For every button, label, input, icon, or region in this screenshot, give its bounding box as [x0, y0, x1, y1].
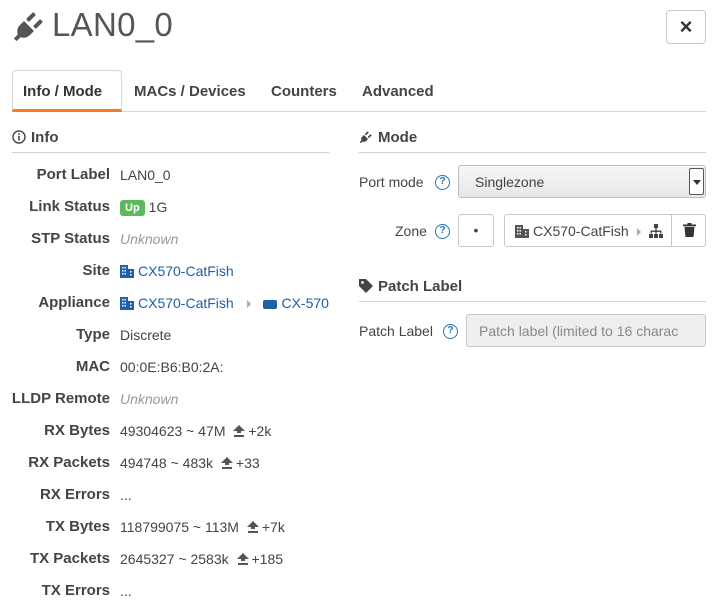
- link-status-label: Link Status: [29, 198, 110, 215]
- building-icon: [120, 265, 134, 278]
- tx-bytes-delta: +7k: [261, 519, 285, 535]
- rx-packets-delta: +33: [235, 455, 260, 471]
- link-status-value: Up 1G: [120, 199, 167, 216]
- tab-bar: Info / Mode MACs / Devices Counters Adva…: [12, 70, 706, 112]
- chevron-right-icon: [246, 300, 251, 308]
- rx-bytes-delta: +2k: [248, 423, 272, 439]
- appliance-model: CX-570: [281, 295, 329, 311]
- mode-section-heading: Mode: [359, 129, 706, 153]
- appliance-device-link[interactable]: CX-570: [260, 295, 329, 311]
- patch-label-label: Patch Label: [359, 323, 433, 339]
- zone-label: Zone: [395, 223, 427, 239]
- tab-counters[interactable]: Counters: [271, 70, 337, 112]
- rx-errors-label: RX Errors: [39, 486, 110, 503]
- port-mode-label: Port mode: [359, 174, 424, 190]
- tx-bytes-total: 118799075 ~ 113M: [120, 519, 239, 535]
- building-icon: [515, 225, 529, 238]
- help-icon[interactable]: ?: [443, 324, 458, 339]
- trash-icon: [683, 223, 696, 237]
- mac-value: 00:0E:B6:B0:2A:: [120, 359, 224, 375]
- chevron-down-icon: [689, 168, 704, 195]
- port-label-value: LAN0_0: [120, 167, 171, 183]
- zone-link[interactable]: CX570-CatFish: [515, 223, 642, 239]
- info-circle-icon: [12, 130, 26, 144]
- zone-field: CX570-CatFish: [504, 214, 706, 247]
- rx-packets-label: RX Packets: [28, 454, 110, 471]
- appliance-site-link[interactable]: CX570-CatFish: [120, 295, 238, 311]
- patch-section-heading: Patch Label: [359, 278, 706, 302]
- rx-errors-value: ...: [120, 487, 132, 503]
- tx-packets-value: 2645327 ~ 2583k +185: [120, 551, 283, 567]
- site-name: CX570-CatFish: [138, 263, 234, 279]
- status-badge: Up: [120, 200, 145, 216]
- type-label: Type: [76, 326, 110, 343]
- upload-arrow-icon: [233, 425, 246, 437]
- tab-advanced[interactable]: Advanced: [362, 70, 434, 112]
- plug-icon: [359, 131, 372, 144]
- link-speed: 1G: [148, 199, 168, 215]
- appliance-site-name: CX570-CatFish: [138, 295, 234, 311]
- info-section-heading: Info: [12, 129, 329, 153]
- patch-label-input[interactable]: Patch label (limited to 16 charac: [466, 314, 706, 347]
- info-heading-text: Info: [31, 129, 59, 146]
- port-mode-select[interactable]: Singlezone: [458, 165, 706, 198]
- patch-heading-text: Patch Label: [378, 278, 463, 295]
- page-title: LAN0_0: [52, 6, 174, 43]
- tx-errors-label: TX Errors: [41, 582, 110, 599]
- help-icon[interactable]: ?: [435, 175, 450, 190]
- rx-bytes-total: 49304623 ~ 47M: [120, 423, 226, 439]
- upload-arrow-icon: [246, 521, 259, 533]
- plug-icon: [14, 12, 43, 41]
- tx-bytes-value: 118799075 ~ 113M +7k: [120, 519, 285, 535]
- site-link[interactable]: CX570-CatFish: [120, 263, 234, 279]
- appliance-value: CX570-CatFish CX-570: [120, 295, 329, 311]
- tx-packets-delta: +185: [251, 551, 284, 567]
- sitemap-icon[interactable]: [649, 224, 663, 238]
- chevron-right-icon: [636, 228, 641, 236]
- rx-bytes-value: 49304623 ~ 47M +2k: [120, 423, 271, 439]
- lldp-remote-label: LLDP Remote: [11, 390, 110, 407]
- delete-zone-button[interactable]: [671, 214, 707, 247]
- rx-packets-value: 494748 ~ 483k +33: [120, 455, 260, 471]
- mac-label: MAC: [75, 358, 110, 375]
- help-icon[interactable]: ?: [435, 224, 450, 239]
- zone-picker-button[interactable]: •: [458, 214, 494, 247]
- tx-packets-label: TX Packets: [29, 550, 110, 567]
- building-icon: [120, 297, 134, 310]
- close-button[interactable]: ×: [666, 10, 706, 44]
- mode-heading-text: Mode: [378, 129, 418, 146]
- upload-arrow-icon: [236, 553, 249, 565]
- zone-name: CX570-CatFish: [533, 223, 629, 239]
- rx-bytes-label: RX Bytes: [44, 422, 110, 439]
- tx-bytes-label: TX Bytes: [45, 518, 110, 535]
- appliance-label: Appliance: [38, 294, 110, 311]
- tab-info-mode[interactable]: Info / Mode: [12, 70, 122, 112]
- stp-status-label: STP Status: [31, 230, 110, 247]
- upload-arrow-icon: [220, 457, 233, 469]
- tab-macs-devices[interactable]: MACs / Devices: [134, 70, 246, 112]
- panel-header: LAN0_0 ×: [0, 0, 715, 58]
- device-icon: [263, 300, 278, 309]
- stp-status-value: Unknown: [120, 231, 179, 247]
- tx-packets-total: 2645327 ~ 2583k: [120, 551, 229, 567]
- tag-icon: [359, 279, 373, 293]
- tx-errors-value: ...: [120, 583, 132, 599]
- port-label-label: Port Label: [36, 166, 110, 183]
- rx-packets-total: 494748 ~ 483k: [120, 455, 214, 471]
- port-mode-selected-value: Singlezone: [475, 174, 545, 190]
- lldp-remote-value: Unknown: [120, 391, 179, 407]
- site-label: Site: [82, 262, 110, 279]
- type-value: Discrete: [120, 327, 172, 343]
